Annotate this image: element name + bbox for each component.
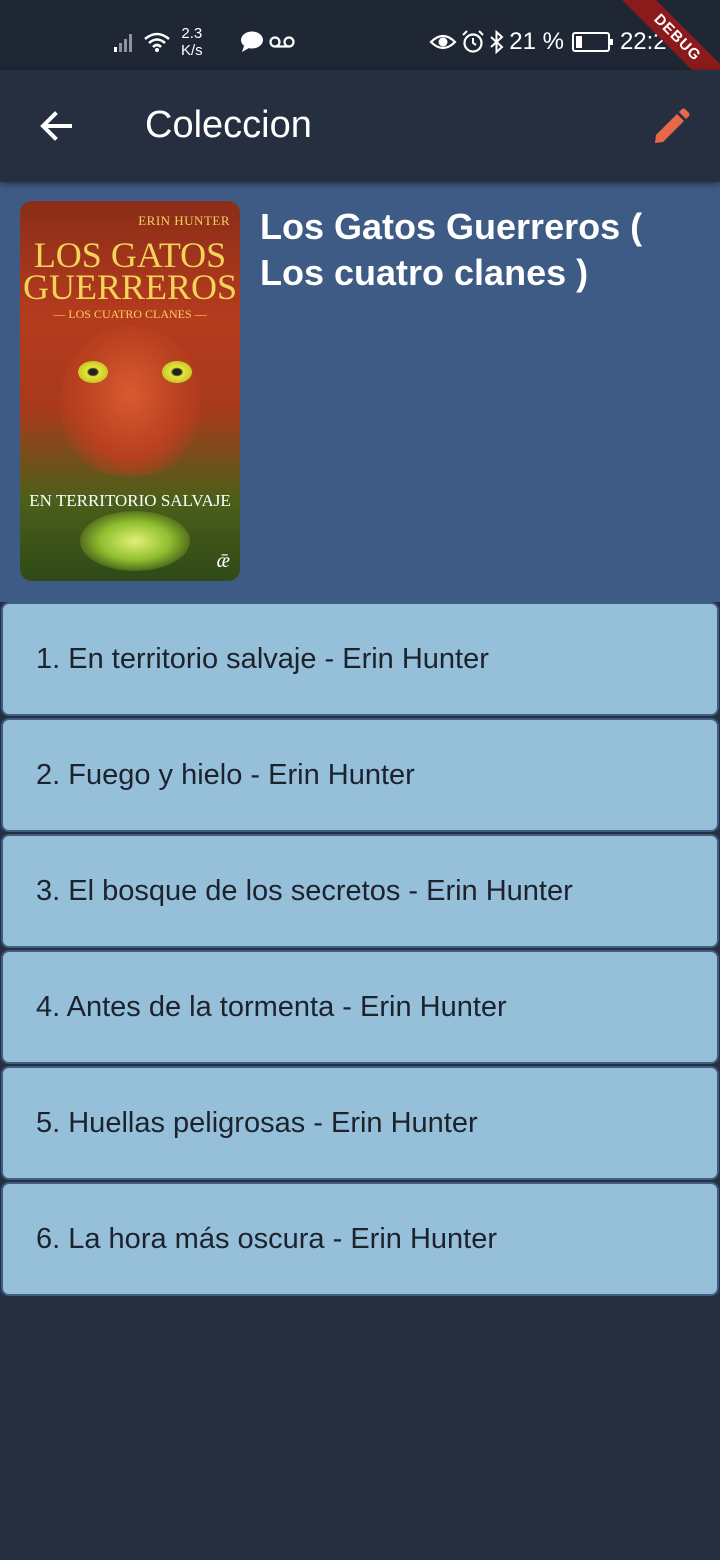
edit-button[interactable] [646, 102, 696, 152]
app-bar: Coleccion [0, 70, 720, 182]
cover-cat-eye-right [162, 361, 192, 383]
battery-icon [571, 32, 613, 52]
status-bar: 2.3 K/s 21 % 22:27 [0, 0, 720, 70]
bluetooth-icon [490, 30, 504, 54]
book-cover: ERIN HUNTER LOS GATOS GUERREROS — LOS CU… [20, 201, 240, 581]
status-left: 2.3 K/s [113, 22, 295, 62]
signal-icon [114, 34, 132, 52]
wifi-icon [144, 32, 170, 52]
cover-cat-face [60, 326, 200, 476]
status-right: 21 % 22:27 [425, 24, 680, 60]
list-item[interactable]: 3. El bosque de los secretos - Erin Hunt… [1, 834, 719, 948]
cover-series: — LOS CUATRO CLANES — [53, 307, 207, 321]
arrow-back-icon [40, 111, 72, 141]
list-item[interactable]: 5. Huellas peligrosas - Erin Hunter [1, 1066, 719, 1180]
list-item[interactable]: 6. La hora más oscura - Erin Hunter [1, 1182, 719, 1296]
page-title: Coleccion [145, 104, 312, 146]
cover-publisher-mark: ǣ [216, 550, 230, 572]
cover-subtitle: EN TERRITORIO SALVAJE [29, 491, 231, 510]
list-item[interactable]: 4. Antes de la tormenta - Erin Hunter [1, 950, 719, 1064]
network-speed-unit: K/s [181, 42, 203, 59]
cover-title-line2: GUERREROS [22, 267, 238, 307]
pencil-icon [655, 108, 690, 143]
list-item[interactable]: 1. En territorio salvaje - Erin Hunter [1, 602, 719, 716]
chat-icon [240, 31, 263, 52]
back-button[interactable] [30, 100, 82, 152]
list-item[interactable]: 2. Fuego y hielo - Erin Hunter [1, 718, 719, 832]
collection-title: Los Gatos Guerreros ( Los cuatro clanes … [260, 206, 643, 293]
battery-percent: 21 % [509, 28, 564, 55]
cover-forest-glow [80, 511, 190, 571]
network-speed-value: 2.3 [181, 25, 203, 42]
alarm-icon [462, 30, 484, 53]
cover-cat-eye-left [78, 361, 108, 383]
book-list: 1. En territorio salvaje - Erin Hunter 2… [0, 602, 720, 1298]
collection-header: ERIN HUNTER LOS GATOS GUERREROS — LOS CU… [0, 182, 720, 602]
voicemail-icon [269, 36, 295, 48]
eye-icon [429, 34, 457, 50]
cover-author: ERIN HUNTER [138, 213, 230, 228]
network-speed: 2.3 K/s [181, 25, 203, 59]
